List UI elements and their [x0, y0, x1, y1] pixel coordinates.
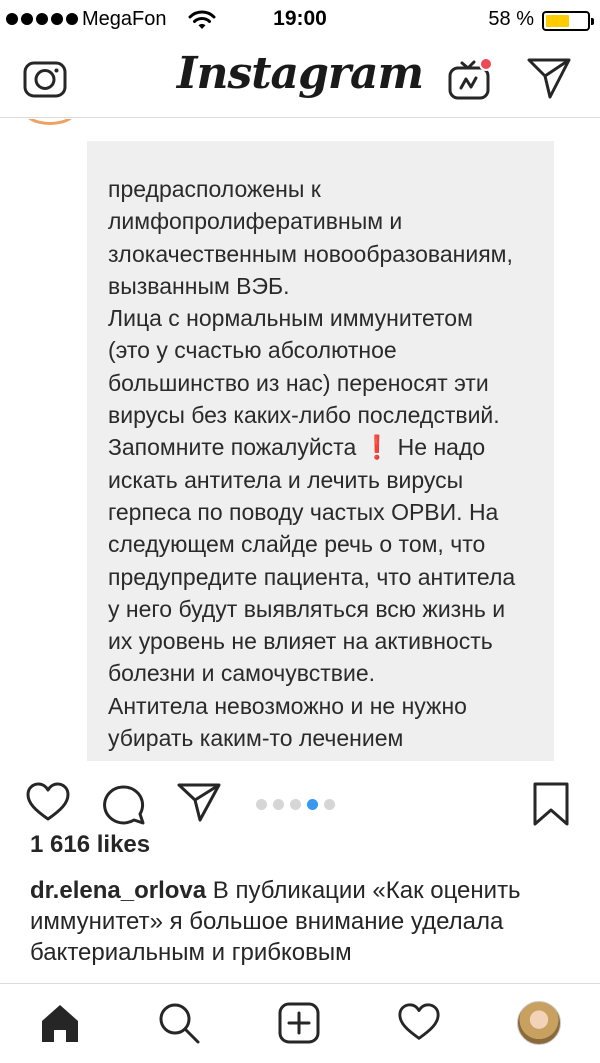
camera-icon[interactable] [22, 55, 68, 101]
carousel-dot [273, 799, 284, 810]
slide-line: злокачественным новообразованиям, [108, 240, 513, 267]
battery-level-fill [546, 15, 570, 27]
igtv-icon[interactable] [446, 52, 496, 102]
slide-line: следующем слайде речь о том, что [108, 531, 486, 558]
slide-line: искать антитела и лечить вирусы [108, 466, 464, 493]
slide-line: убирать каким-то лечением [108, 725, 404, 752]
carousel-dot [290, 799, 301, 810]
slide-line-tail: Не надо [397, 434, 486, 461]
search-icon[interactable] [157, 1001, 201, 1045]
home-icon[interactable] [38, 1001, 82, 1045]
exclamation-emoji: ❗ [362, 434, 392, 461]
slide-text: предрасположены к лимфопролиферативным и… [108, 173, 548, 754]
slide-line-head: Запомните пожалуйста [108, 434, 357, 461]
slide-line: лимфопролиферативным и [108, 208, 403, 235]
direct-message-icon[interactable] [526, 56, 572, 100]
new-post-icon[interactable] [277, 1001, 321, 1045]
slide-line: предрасположены к [108, 176, 321, 202]
carousel-dot [256, 799, 267, 810]
bottom-tab-bar [0, 983, 600, 1063]
previous-post-avatar[interactable] [22, 119, 78, 125]
post-carousel-slide[interactable]: предрасположены к лимфопролиферативным и… [87, 141, 554, 761]
share-icon[interactable] [176, 781, 222, 823]
instagram-app: MegaFon 19:00 58 % Instagram предрасполо… [0, 0, 600, 1063]
comment-icon[interactable] [101, 781, 147, 825]
slide-line: вирусы без каких-либо последствий. [108, 402, 500, 429]
carrier-name: MegaFon [82, 8, 167, 30]
battery-percent: 58 % [488, 8, 534, 30]
slide-line: их уровень не влияет на активность [108, 628, 493, 655]
slide-line: у него будут выявляться всю жизнь и [108, 595, 506, 622]
feed: предрасположены к лимфопролиферативным и… [0, 119, 600, 983]
heart-icon[interactable] [25, 781, 71, 823]
instagram-logo: Instagram [176, 48, 424, 99]
wifi-icon [188, 10, 216, 29]
carousel-indicator [256, 799, 335, 810]
slide-line: герпеса по поводу частых ОРВИ. На [108, 498, 499, 525]
bookmark-icon[interactable] [531, 781, 571, 827]
top-navigation-bar: Instagram [0, 40, 600, 118]
caption-username[interactable]: dr.elena_orlova [30, 877, 206, 904]
slide-line: вызванным ВЭБ. [108, 272, 290, 299]
slide-line: большинство из нас) переносят эти [108, 369, 489, 396]
profile-avatar[interactable] [517, 1001, 561, 1045]
slide-line: Лица с нормальным иммунитетом [108, 305, 473, 332]
slide-line: болезни и самочувствие. [108, 660, 376, 687]
slide-line: Антитела невозможно и не нужно [108, 692, 467, 719]
status-bar: MegaFon 19:00 58 % [0, 0, 600, 40]
likes-count[interactable]: 1 616 likes [30, 831, 150, 859]
battery-icon [542, 11, 594, 31]
carousel-dot [307, 799, 318, 810]
carousel-dot [324, 799, 335, 810]
slide-line: Запомните пожалуйста ❗ Не надо [108, 431, 548, 463]
activity-icon[interactable] [397, 1001, 441, 1043]
signal-strength-icon [6, 13, 78, 25]
slide-line: (это у счастью абсолютное [108, 337, 397, 364]
post-caption: dr.elena_orlova В публикации «Как оценит… [30, 875, 580, 968]
slide-line: предупредите пациента, что антитела [108, 563, 516, 590]
